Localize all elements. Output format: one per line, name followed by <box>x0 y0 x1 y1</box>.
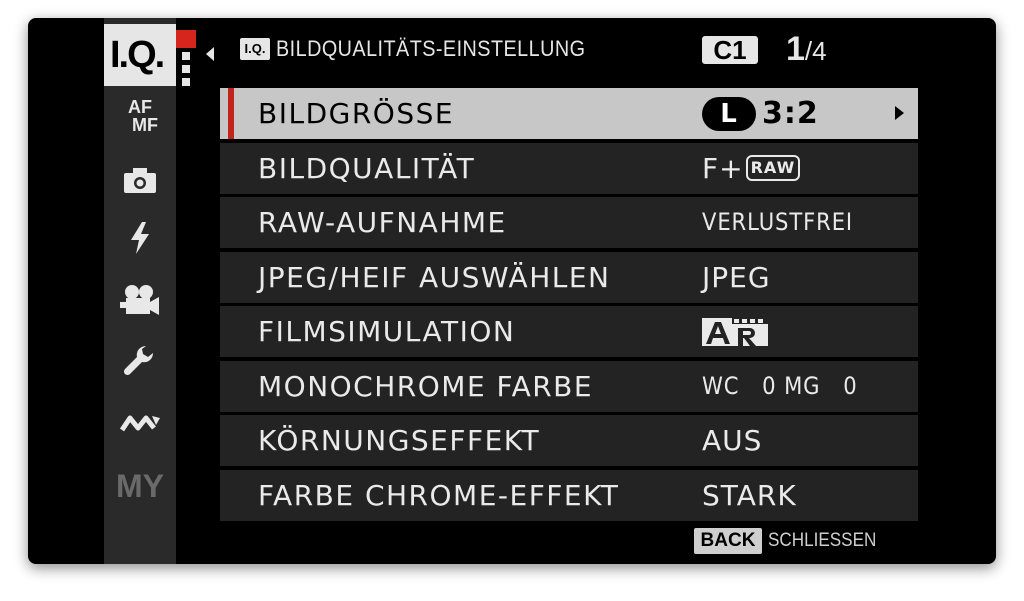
quality-value: F+ <box>702 151 744 185</box>
flash-icon <box>131 222 149 254</box>
row-label: FILMSIMULATION <box>258 315 516 348</box>
back-button-badge: BACK <box>694 528 762 554</box>
menu-row-color-chrome-effect[interactable]: FARBE CHROME-EFFEKT STARK <box>220 469 918 521</box>
row-label: RAW-AUFNAHME <box>258 206 507 239</box>
page-title: BILDQUALITÄTS-EINSTELLUNG <box>276 36 586 61</box>
menu-header: I.Q. BILDQUALITÄTS-EINSTELLUNG C1 1/4 <box>220 24 918 80</box>
row-label: BILDGRÖSSE <box>258 97 455 130</box>
rail-item-movie[interactable] <box>104 284 176 316</box>
menu-row-image-size[interactable]: BILDGRÖSSE L 3:2 <box>220 88 918 139</box>
menu-row-monochrome-color[interactable]: MONOCHROME FARBE WC 0 MG 0 <box>220 360 918 412</box>
back-hint: SCHLIESSEN <box>768 530 877 551</box>
rail-item-image-quality[interactable]: I.Q. <box>104 24 200 86</box>
connection-icon <box>120 415 160 432</box>
page-dots <box>182 52 190 91</box>
page-indicator: 1/4 <box>786 30 827 69</box>
menu-row-raw-recording[interactable]: RAW-AUFNAHME VERLUSTFREI <box>220 197 918 248</box>
row-label: MONOCHROME FARBE <box>258 369 594 403</box>
rail-item-my-menu[interactable]: MY <box>104 468 176 505</box>
iq-badge: I.Q. <box>240 38 270 60</box>
row-value: VERLUSTFREI <box>702 208 854 236</box>
rail-item-shooting[interactable] <box>104 166 176 194</box>
raw-badge: RAW <box>745 155 801 181</box>
row-label: KÖRNUNGSEFFEKT <box>258 424 541 457</box>
caret-left-icon <box>206 47 214 61</box>
row-value: WC 0 MG 0 <box>702 371 858 400</box>
row-label: FARBE CHROME-EFFEKT <box>258 478 620 512</box>
size-large-badge: L <box>702 96 756 131</box>
menu-row-grain-effect[interactable]: KÖRNUNGSEFFEKT AUS <box>220 415 918 466</box>
row-value: JPEG <box>702 260 771 294</box>
wrench-icon <box>123 345 154 376</box>
rail-item-flash[interactable] <box>104 222 176 254</box>
page-total: /4 <box>804 36 827 66</box>
aspect-ratio: 3:2 <box>762 96 819 131</box>
row-value: L 3:2 <box>702 88 819 139</box>
iq-logo: I.Q. <box>104 24 176 86</box>
settings-menu: BILDGRÖSSE L 3:2 BILDQUALITÄT F+ RAW RAW… <box>220 88 918 524</box>
page-current: 1 <box>786 30 805 68</box>
menu-row-jpeg-heif[interactable]: JPEG/HEIF AUSWÄHLEN JPEG <box>220 251 918 303</box>
rail-item-setup[interactable] <box>104 344 176 380</box>
camera-icon <box>124 168 156 193</box>
red-marker <box>176 30 196 48</box>
custom-slot-badge: C1 <box>702 36 758 64</box>
row-value: F+ RAW <box>702 143 801 194</box>
menu-row-image-quality[interactable]: BILDQUALITÄT F+ RAW <box>220 142 918 194</box>
row-value: AUS <box>702 424 763 457</box>
row-label: JPEG/HEIF AUSWÄHLEN <box>258 260 611 294</box>
chevron-right-icon <box>895 106 904 120</box>
menu-row-film-simulation[interactable]: FILMSIMULATION <box>220 306 918 357</box>
rail-item-af-mf[interactable]: AF MF <box>104 98 176 134</box>
row-value <box>702 306 768 357</box>
rail-item-connection[interactable] <box>104 412 176 434</box>
row-value: STARK <box>702 478 797 512</box>
camera-menu-screen: I.Q. AF MF MY I.Q. BILDQUALITÄTS-EINSTEL… <box>28 18 996 564</box>
acros-red-filter-icon <box>702 317 768 346</box>
movie-camera-icon <box>120 285 159 315</box>
row-label: BILDQUALITÄT <box>258 151 476 185</box>
